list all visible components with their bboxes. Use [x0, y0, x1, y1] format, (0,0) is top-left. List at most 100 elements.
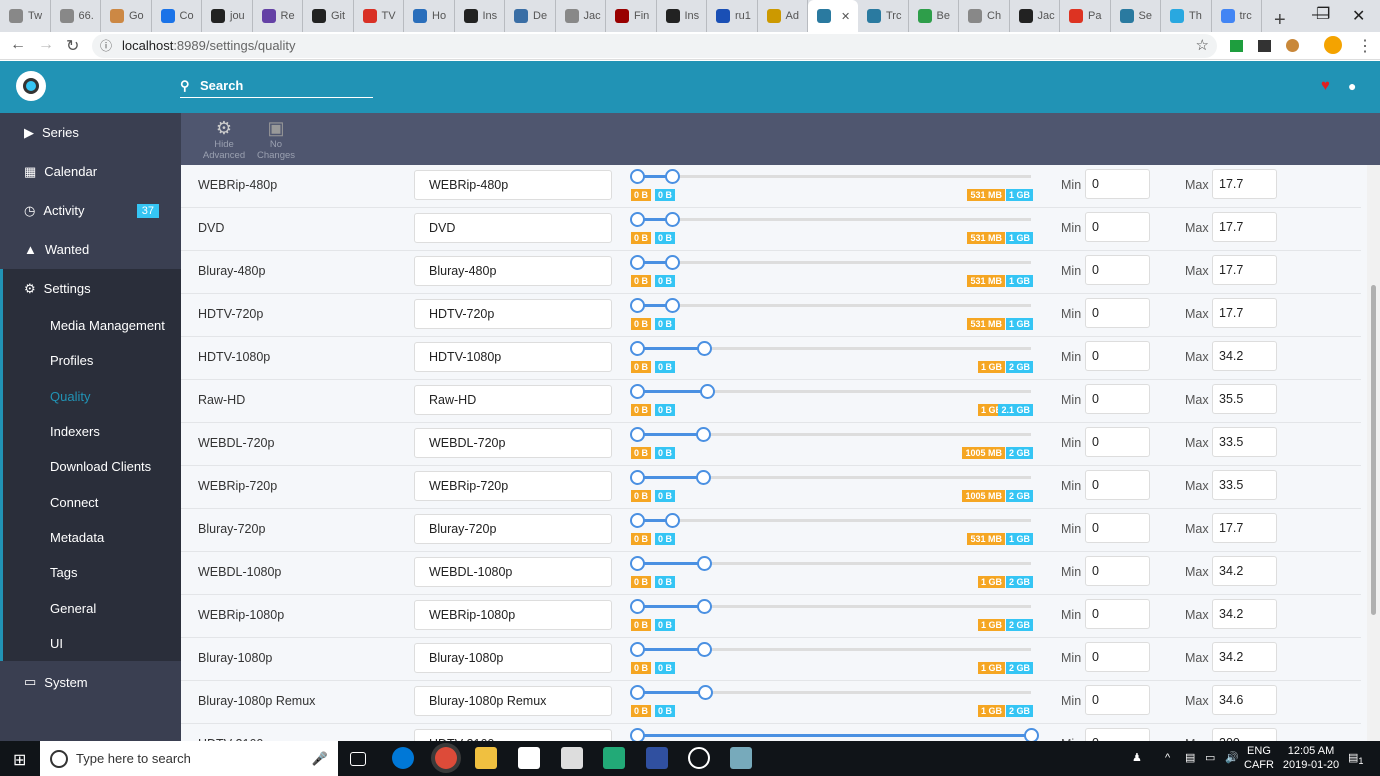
- browser-tab[interactable]: Tw: [0, 0, 51, 32]
- browser-tab[interactable]: ru1: [707, 0, 758, 32]
- quality-title-input[interactable]: DVD: [414, 213, 612, 243]
- max-input[interactable]: 34.2: [1212, 599, 1277, 629]
- quality-title-input[interactable]: HDTV-2160p: [414, 729, 612, 741]
- volume-icon[interactable]: 🔊: [1225, 751, 1239, 765]
- slider-min-handle[interactable]: [630, 169, 645, 184]
- taskbar-search[interactable]: Type here to search 🎤: [40, 741, 338, 776]
- quality-title-input[interactable]: WEBDL-720p: [414, 428, 612, 458]
- browser-tab[interactable]: Co: [152, 0, 202, 32]
- browser-tab[interactable]: Re: [253, 0, 303, 32]
- slider-min-handle[interactable]: [630, 255, 645, 270]
- sidebar-subitem-ui[interactable]: UI: [0, 625, 181, 661]
- slider-min-handle[interactable]: [630, 384, 645, 399]
- people-icon[interactable]: ♟: [1132, 751, 1142, 765]
- slider-min-handle[interactable]: [630, 556, 645, 571]
- min-input[interactable]: 0: [1085, 642, 1150, 672]
- menu-icon[interactable]: ⋮: [1357, 36, 1373, 56]
- max-input[interactable]: 34.2: [1212, 341, 1277, 371]
- sonarr-logo[interactable]: [16, 71, 46, 101]
- size-range-slider[interactable]: [630, 685, 1031, 700]
- browser-tab[interactable]: jou: [202, 0, 253, 32]
- browser-tab[interactable]: Trc: [858, 0, 909, 32]
- bookmark-star-icon[interactable]: ☆: [1196, 34, 1209, 58]
- max-input[interactable]: 17.7: [1212, 255, 1277, 285]
- edge-icon[interactable]: [392, 747, 414, 769]
- slider-min-handle[interactable]: [630, 427, 645, 442]
- browser-tab[interactable]: Th: [1161, 0, 1212, 32]
- extension-icon[interactable]: [1230, 40, 1243, 52]
- url-bar[interactable]: ⓘ localhost:8989/settings/quality ☆: [92, 34, 1217, 58]
- min-input[interactable]: 0: [1085, 556, 1150, 586]
- slider-max-handle[interactable]: [664, 169, 680, 184]
- microphone-icon[interactable]: 🎤: [312, 741, 328, 776]
- min-input[interactable]: 0: [1085, 728, 1150, 741]
- quality-title-input[interactable]: Bluray-720p: [414, 514, 612, 544]
- sidebar-subitem-metadata[interactable]: Metadata: [0, 519, 181, 556]
- slider-min-handle[interactable]: [630, 513, 645, 528]
- max-input[interactable]: 34.2: [1212, 642, 1277, 672]
- max-input[interactable]: 33.5: [1212, 470, 1277, 500]
- new-tab-button[interactable]: +: [1262, 9, 1298, 32]
- browser-tab[interactable]: TV: [354, 0, 404, 32]
- tray-chevron-icon[interactable]: ^: [1165, 751, 1170, 765]
- min-input[interactable]: 0: [1085, 212, 1150, 242]
- size-range-slider[interactable]: [630, 298, 1031, 313]
- sidebar-subitem-download-clients[interactable]: Download Clients: [0, 449, 181, 485]
- network-icon[interactable]: ▤: [1185, 751, 1195, 765]
- slider-min-handle[interactable]: [630, 212, 645, 227]
- min-input[interactable]: 0: [1085, 298, 1150, 328]
- reload-icon[interactable]: ↻: [66, 36, 79, 56]
- browser-tab[interactable]: Ad: [758, 0, 808, 32]
- size-range-slider[interactable]: [630, 341, 1031, 356]
- min-input[interactable]: 0: [1085, 470, 1150, 500]
- slider-max-handle[interactable]: [698, 685, 714, 700]
- close-window-button[interactable]: ✕: [1352, 6, 1365, 26]
- sidebar-subitem-general[interactable]: General: [0, 590, 181, 626]
- slider-min-handle[interactable]: [630, 728, 645, 741]
- slider-max-handle[interactable]: [664, 255, 680, 270]
- restore-button[interactable]: ❐: [1316, 4, 1330, 24]
- size-range-slider[interactable]: [630, 556, 1031, 571]
- max-input[interactable]: 34.2: [1212, 556, 1277, 586]
- quality-title-input[interactable]: WEBRip-480p: [414, 170, 612, 200]
- max-input[interactable]: 17.7: [1212, 298, 1277, 328]
- quality-title-input[interactable]: HDTV-720p: [414, 299, 612, 329]
- browser-tab[interactable]: Ins: [455, 0, 505, 32]
- slider-min-handle[interactable]: [630, 470, 645, 485]
- heart-icon[interactable]: ♥: [1321, 77, 1330, 94]
- max-input[interactable]: 17.7: [1212, 212, 1277, 242]
- max-input[interactable]: 35.5: [1212, 384, 1277, 414]
- max-input[interactable]: 200: [1212, 728, 1277, 741]
- slider-max-handle[interactable]: [697, 556, 713, 571]
- size-range-slider[interactable]: [630, 427, 1031, 442]
- display-icon[interactable]: ▭: [1205, 751, 1215, 765]
- app-icon[interactable]: [603, 747, 625, 769]
- browser-tab[interactable]: De: [505, 0, 556, 32]
- sidebar-subitem-profiles[interactable]: Profiles: [0, 343, 181, 379]
- browser-tab[interactable]: Jac: [1010, 0, 1060, 32]
- browser-tab[interactable]: Be: [909, 0, 959, 32]
- quality-title-input[interactable]: Raw-HD: [414, 385, 612, 415]
- browser-tab[interactable]: Ho: [404, 0, 455, 32]
- sidebar-item-series[interactable]: ▶ Series: [0, 113, 181, 152]
- size-range-slider[interactable]: [630, 384, 1031, 399]
- quality-title-input[interactable]: WEBRip-720p: [414, 471, 612, 501]
- sync-app-icon[interactable]: [688, 747, 710, 769]
- slider-max-handle[interactable]: [695, 427, 711, 442]
- slider-min-handle[interactable]: [630, 685, 645, 700]
- slider-max-handle[interactable]: [697, 642, 713, 657]
- user-icon[interactable]: ●: [1348, 78, 1356, 94]
- slider-max-handle[interactable]: [699, 384, 715, 399]
- quality-title-input[interactable]: WEBDL-1080p: [414, 557, 612, 587]
- size-range-slider[interactable]: [630, 728, 1039, 741]
- browser-tab[interactable]: Ch: [959, 0, 1010, 32]
- sidebar-subitem-connect[interactable]: Connect: [0, 484, 181, 520]
- close-tab-icon[interactable]: ✕: [841, 10, 850, 23]
- size-range-slider[interactable]: [630, 212, 1031, 227]
- sidebar-item-system[interactable]: ▭ System: [0, 663, 181, 702]
- browser-tab[interactable]: Pa: [1060, 0, 1111, 32]
- language-indicator[interactable]: ENG CAFR: [1244, 744, 1274, 772]
- cookie-extension-icon[interactable]: [1286, 39, 1299, 52]
- sidebar-item-calendar[interactable]: ▦ Calendar: [0, 152, 181, 191]
- browser-tab[interactable]: Go: [101, 0, 152, 32]
